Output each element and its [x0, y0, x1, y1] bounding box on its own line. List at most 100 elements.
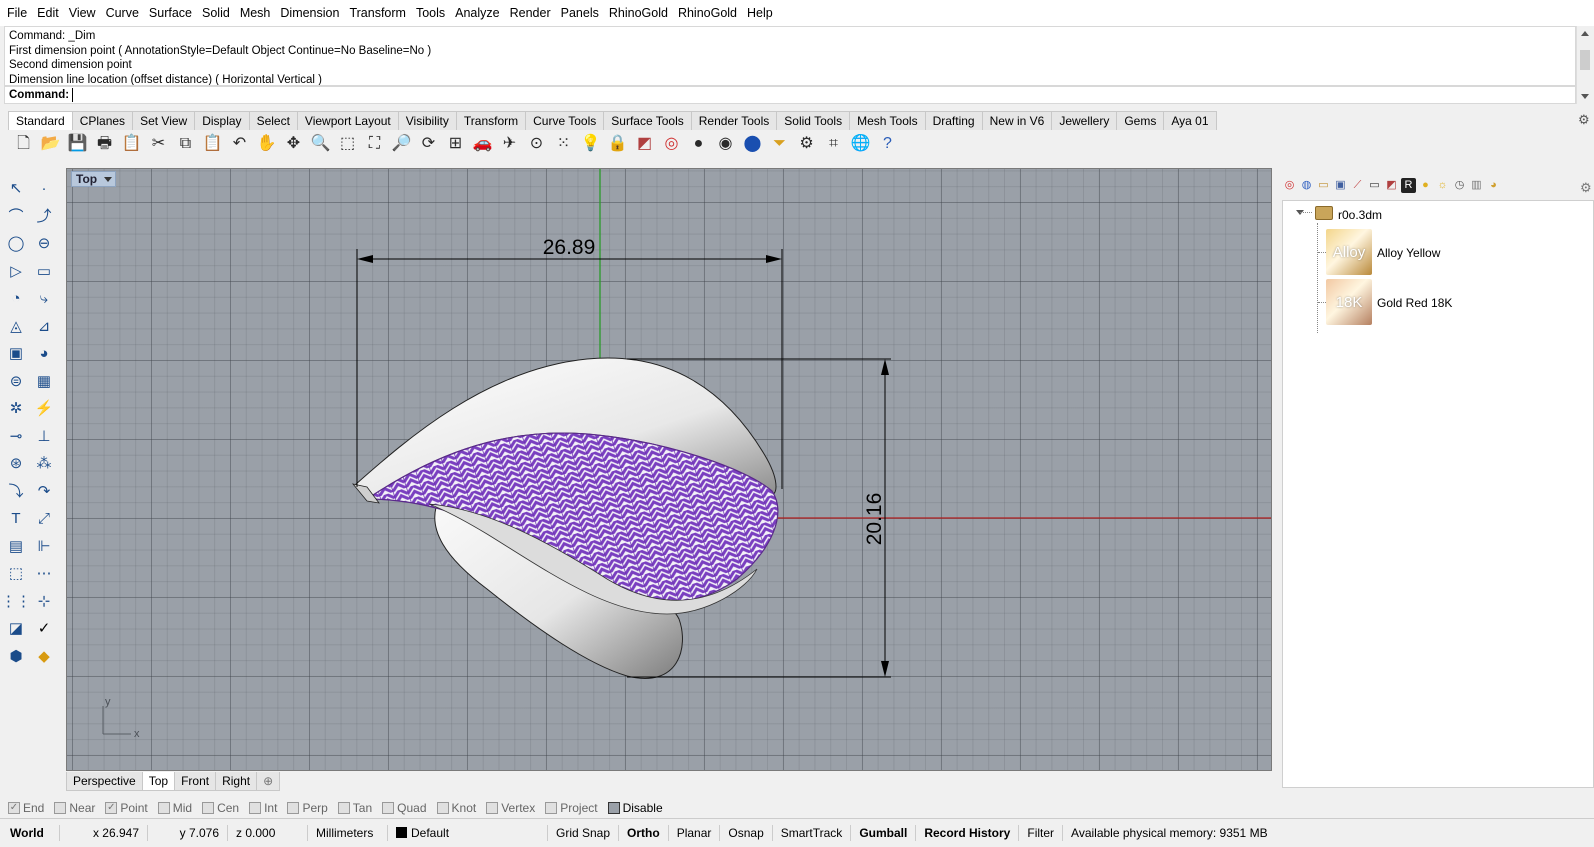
analyze-icon[interactable]: ◪ [4, 616, 28, 640]
tab-viewport-layout[interactable]: Viewport Layout [296, 111, 399, 130]
boolean-icon[interactable]: ⊛ [4, 451, 28, 475]
dimension-icon[interactable]: ⋯ [32, 561, 56, 585]
open-icon[interactable]: 📂 [37, 131, 64, 157]
tab-cplanes[interactable]: CPlanes [71, 111, 134, 130]
display-icon[interactable]: ▣ [1333, 178, 1348, 193]
pan-icon[interactable]: ✋ [253, 131, 280, 157]
material-name[interactable]: Alloy Yellow [1377, 246, 1440, 260]
paint-bucket-icon[interactable]: ◆ [32, 644, 56, 668]
offset-icon[interactable]: ⤵ [4, 479, 28, 503]
snap-icon[interactable]: ⌗ [820, 131, 847, 157]
menu-item-curve[interactable]: Curve [101, 0, 144, 26]
points-icon[interactable]: ⁙ [550, 131, 577, 157]
tab-jewellery[interactable]: Jewellery [1051, 111, 1118, 130]
osnap-quad[interactable]: Quad [382, 801, 427, 815]
menu-item-render[interactable]: Render [505, 0, 556, 26]
osnap-knot[interactable]: Knot [436, 801, 476, 815]
arc-icon[interactable]: ◔ [4, 286, 28, 310]
osnap-project[interactable]: Project [545, 801, 598, 815]
mesh-icon[interactable]: ▦ [32, 369, 56, 393]
osnap-tan[interactable]: Tan [337, 801, 372, 815]
polyline-icon[interactable]: ⌒ [4, 204, 28, 228]
print-icon[interactable]: 🖶 [91, 131, 118, 157]
grid-array-icon[interactable]: ⋮⋮ [1, 589, 31, 613]
osnap-checkbox[interactable] [54, 802, 67, 814]
edit-points-icon[interactable]: ⊿ [32, 314, 56, 338]
library-icon[interactable]: ▥ [1469, 178, 1484, 193]
material-name[interactable]: Gold Red 18K [1377, 296, 1452, 310]
osnap-int[interactable]: Int [249, 801, 277, 815]
render-box-icon[interactable]: ⬢ [4, 644, 28, 668]
osnap-toggle[interactable]: Osnap [720, 825, 773, 841]
command-input[interactable] [72, 88, 1473, 102]
zoom-extents-icon[interactable]: ⛶ [361, 131, 388, 157]
viewport-canvas[interactable]: 26.89 20.16 y x [67, 169, 1272, 771]
gear-icon[interactable]: ⚙ [1578, 112, 1590, 128]
osnap-near[interactable]: Near [54, 801, 95, 815]
dim-text-horizontal[interactable]: 26.89 [543, 236, 596, 259]
tree-file-name[interactable]: r0o.3dm [1338, 208, 1382, 222]
blend-icon[interactable]: ↷ [32, 479, 56, 503]
plane-icon[interactable]: ✈ [496, 131, 523, 157]
layer-box-icon[interactable]: ⬚ [4, 561, 28, 585]
trim-icon[interactable]: ⊥ [32, 424, 56, 448]
tab-render-tools[interactable]: Render Tools [690, 111, 778, 130]
layer-status[interactable]: Default [388, 825, 548, 841]
tab-select[interactable]: Select [248, 111, 298, 130]
tab-display[interactable]: Display [194, 111, 250, 130]
text-icon[interactable]: T [4, 506, 28, 530]
curve-icon[interactable]: ⤴ [32, 204, 56, 228]
sun-icon[interactable]: ☼ [1435, 178, 1450, 193]
undo-icon[interactable]: ↶ [226, 131, 253, 157]
menu-item-tools[interactable]: Tools [411, 0, 450, 26]
menu-item-transform[interactable]: Transform [344, 0, 411, 26]
tab-standard[interactable]: Standard [8, 111, 73, 130]
shaded-sphere-icon[interactable]: ● [685, 131, 712, 157]
fillet-icon[interactable]: ⤷ [32, 286, 56, 310]
brush-icon[interactable]: ⟋ [1350, 178, 1365, 193]
scrollbar-thumb[interactable] [1580, 50, 1590, 70]
paste-icon[interactable]: 📋 [199, 131, 226, 157]
gears-icon[interactable]: ⚙ [793, 131, 820, 157]
filter-toggle[interactable]: Filter [1019, 825, 1064, 841]
import-icon[interactable]: 📋 [118, 131, 145, 157]
funnel-icon[interactable]: ⏷ [766, 131, 793, 157]
osnap-perp[interactable]: Perp [287, 801, 328, 815]
tab-drafting[interactable]: Drafting [924, 111, 983, 130]
rectangle-icon[interactable]: ▭ [32, 259, 56, 283]
tab-mesh-tools[interactable]: Mesh Tools [849, 111, 926, 130]
osnap-checkbox[interactable] [382, 802, 395, 814]
viewport-top[interactable]: 26.89 20.16 y x Top [66, 168, 1272, 771]
material-thumbnail[interactable]: Alloy [1326, 229, 1372, 275]
osnap-disable[interactable]: Disable [607, 801, 663, 815]
blue-sphere-icon[interactable]: ⬤ [739, 131, 766, 157]
menu-item-mesh[interactable]: Mesh [235, 0, 276, 26]
menu-item-help[interactable]: Help [742, 0, 778, 26]
render-icon[interactable]: ◕ [1486, 178, 1501, 193]
cut-icon[interactable]: ✂ [145, 131, 172, 157]
scale-icon[interactable]: ⤢ [32, 506, 56, 530]
array-icon[interactable]: ▤ [4, 534, 28, 558]
tab-solid-tools[interactable]: Solid Tools [776, 111, 851, 130]
gear-icon[interactable]: ✲ [4, 396, 28, 420]
add-viewport-icon[interactable]: ⊕ [256, 772, 281, 791]
osnap-checkbox[interactable] [287, 802, 300, 814]
viewport-tab-perspective[interactable]: Perspective [66, 772, 143, 791]
cylinder-icon[interactable]: ⊜ [4, 369, 28, 393]
tab-set-view[interactable]: Set View [132, 111, 196, 130]
rotate-view-icon[interactable]: ✥ [280, 131, 307, 157]
layers-icon[interactable]: ◩ [1384, 178, 1399, 193]
copy-icon[interactable]: ⧉ [172, 131, 199, 157]
menu-item-view[interactable]: View [64, 0, 101, 26]
color-wheel-icon[interactable]: ◎ [658, 131, 685, 157]
tab-curve-tools[interactable]: Curve Tools [525, 111, 605, 130]
ellipse-icon[interactable]: ⊖ [32, 231, 56, 255]
folder-icon[interactable]: ▭ [1316, 178, 1331, 193]
viewport-title[interactable]: Top [71, 171, 117, 187]
explode-icon[interactable]: ⊹ [32, 589, 56, 613]
menu-item-dimension[interactable]: Dimension [275, 0, 344, 26]
units-status[interactable]: Millimeters [308, 825, 388, 841]
osnap-point[interactable]: ✓ Point [105, 801, 148, 815]
light-bulb-icon[interactable]: 💡 [577, 131, 604, 157]
zoom-icon[interactable]: 🔍 [307, 131, 334, 157]
